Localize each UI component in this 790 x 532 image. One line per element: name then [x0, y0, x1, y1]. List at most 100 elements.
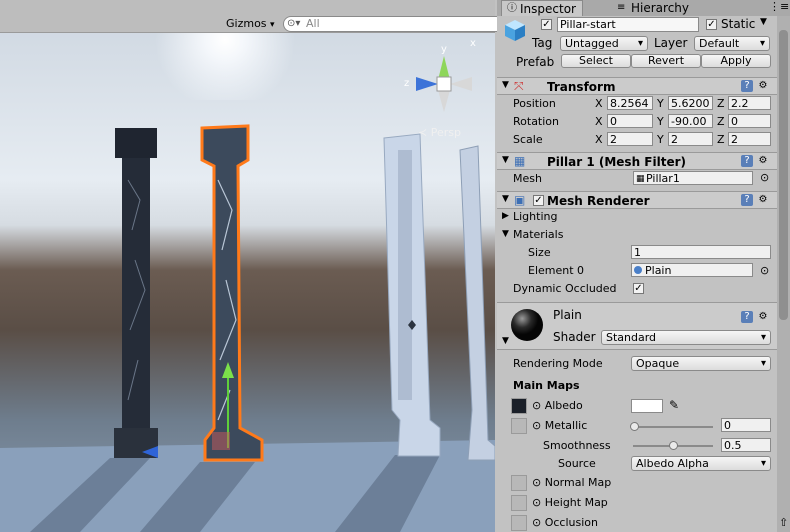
tab-hierarchy[interactable]: ≡ Hierarchy	[613, 0, 695, 16]
materials-size-field[interactable]: 1	[631, 245, 771, 259]
smoothness-value-field[interactable]: 0.5	[721, 438, 771, 452]
mesh-filter-icon: ▦	[514, 154, 526, 168]
object-picker-icon[interactable]: ⊙	[760, 171, 769, 184]
tag-label: Tag	[532, 36, 553, 50]
help-icon[interactable]: ?	[741, 194, 753, 206]
element0-material-field[interactable]: Plain	[631, 263, 753, 277]
rotation-x-field[interactable]: 0	[607, 114, 653, 128]
source-dropdown[interactable]: Albedo Alpha	[631, 456, 771, 471]
element0-label: Element 0	[528, 264, 585, 277]
mesh-renderer-enabled-checkbox[interactable]: ✓	[533, 195, 544, 206]
search-placeholder: All	[306, 17, 320, 30]
light-pillar	[459, 145, 495, 461]
foldout-arrow-icon[interactable]: ▶	[502, 211, 509, 221]
tab-inspector[interactable]: ⓘ Inspector	[501, 0, 583, 17]
height-map-texture-slot[interactable]	[511, 495, 527, 511]
axis-y-label: Y	[657, 115, 664, 128]
object-active-checkbox[interactable]: ✓	[541, 19, 552, 30]
static-checkbox[interactable]: ✓	[706, 19, 717, 30]
mesh-object-field[interactable]: ▦ Pillar1	[633, 171, 753, 185]
layer-dropdown[interactable]: Default	[694, 36, 770, 51]
static-dropdown-icon[interactable]: ▼	[760, 17, 767, 27]
gear-icon[interactable]: ⚙	[757, 80, 769, 92]
axis-label-y: y	[441, 44, 447, 55]
object-name-field[interactable]: Pillar-start	[557, 17, 699, 32]
info-icon: ⓘ	[507, 3, 517, 14]
prefab-apply-button[interactable]: Apply	[701, 54, 771, 68]
materials-foldout[interactable]: Materials	[513, 228, 563, 241]
main-maps-label: Main Maps	[513, 379, 580, 392]
foldout-arrow-icon[interactable]: ▼	[502, 229, 509, 239]
cube-icon	[503, 18, 527, 42]
material-header[interactable]: ▼ Plain Shader Standard ? ⚙	[497, 302, 777, 350]
gear-icon[interactable]: ⚙	[757, 155, 769, 167]
object-picker-icon[interactable]: ⊙	[760, 264, 769, 277]
rotation-y-field[interactable]: -90.00	[668, 114, 713, 128]
mesh-filter-title: Pillar 1 (Mesh Filter)	[547, 155, 686, 169]
metallic-texture-slot[interactable]	[511, 418, 527, 434]
rendering-mode-label: Rendering Mode	[513, 357, 603, 370]
persp-label: Persp	[430, 126, 461, 139]
help-icon[interactable]: ?	[741, 155, 753, 167]
metallic-slider-knob[interactable]	[630, 422, 639, 431]
mesh-value: Pillar1	[646, 172, 680, 185]
rendering-mode-dropdown[interactable]: Opaque	[631, 356, 771, 371]
inspector-scrollbar-thumb[interactable]	[779, 30, 788, 320]
gear-icon[interactable]: ⚙	[757, 311, 769, 323]
scene-search-input[interactable]: ⊙▾ All	[283, 16, 504, 32]
gizmos-dropdown[interactable]: Gizmos ▾	[222, 16, 279, 32]
position-x-field[interactable]: 8.2564	[607, 96, 653, 110]
occlusion-texture-slot[interactable]	[511, 515, 527, 531]
scale-y-field[interactable]: 2	[668, 132, 713, 146]
tab-menu-icon[interactable]: ⋮≡	[769, 0, 789, 13]
foldout-arrow-icon[interactable]: ▼	[502, 80, 509, 90]
eyedropper-icon[interactable]: ✎	[669, 398, 679, 412]
normal-map-texture-slot[interactable]	[511, 475, 527, 491]
element0-value: Plain	[645, 264, 672, 277]
metallic-value-field[interactable]: 0	[721, 418, 771, 432]
hierarchy-icon: ≡	[617, 2, 626, 13]
albedo-color-swatch[interactable]	[631, 399, 663, 413]
persp-icon: ≺	[418, 126, 428, 139]
selected-pillar[interactable]	[200, 124, 264, 462]
material-preview-sphere	[511, 309, 543, 341]
lighting-foldout[interactable]: Lighting	[513, 210, 557, 223]
scale-z-field[interactable]: 2	[728, 132, 771, 146]
dynamic-occluded-checkbox[interactable]: ✓	[633, 283, 644, 294]
scale-x-field[interactable]: 2	[607, 132, 653, 146]
tag-dropdown[interactable]: Untagged	[560, 36, 648, 51]
static-label: Static	[721, 17, 756, 31]
scene-orientation-gizmo[interactable]: y z x	[404, 38, 480, 124]
mesh-renderer-header[interactable]: ▼ ▣ ✓ Mesh Renderer ? ⚙	[497, 191, 777, 209]
metallic-label: ⊙ Metallic	[532, 419, 588, 432]
gear-icon[interactable]: ⚙	[757, 194, 769, 206]
dynamic-occluded-label: Dynamic Occluded	[513, 282, 617, 295]
prefab-revert-button[interactable]: Revert	[631, 54, 701, 68]
albedo-texture-slot[interactable]	[511, 398, 527, 414]
foldout-arrow-icon[interactable]: ▼	[502, 194, 509, 204]
dark-pillar-shaft	[122, 158, 150, 430]
scene-view[interactable]: y z x ≺ Persp	[0, 0, 495, 532]
scroll-up-icon[interactable]: ⇧	[779, 516, 788, 529]
help-icon[interactable]: ?	[741, 311, 753, 323]
mesh-label: Mesh	[513, 172, 542, 185]
transform-header[interactable]: ▼ ⤧ Transform ? ⚙	[497, 77, 777, 95]
help-icon[interactable]: ?	[741, 80, 753, 92]
rotation-z-field[interactable]: 0	[728, 114, 771, 128]
position-z-field[interactable]: 2.2	[728, 96, 771, 110]
smoothness-slider-knob[interactable]	[669, 441, 678, 450]
tab-inspector-label: Inspector	[520, 2, 576, 16]
position-y-field[interactable]: 5.6200	[668, 96, 713, 110]
prefab-select-button[interactable]: Select	[561, 54, 631, 68]
persp-toggle[interactable]: ≺ Persp	[418, 126, 461, 139]
axis-y-label: Y	[657, 133, 664, 146]
mesh-filter-header[interactable]: ▼ ▦ Pillar 1 (Mesh Filter) ? ⚙	[497, 152, 777, 170]
shader-label: Shader	[553, 330, 596, 344]
foldout-arrow-icon[interactable]: ▼	[502, 155, 509, 165]
mesh-renderer-icon: ▣	[514, 193, 526, 207]
foldout-arrow-icon[interactable]: ▼	[502, 336, 509, 346]
metallic-slider-track[interactable]	[633, 426, 713, 428]
axis-z-label: Z	[717, 115, 725, 128]
shader-dropdown[interactable]: Standard	[601, 330, 771, 345]
mesh-renderer-title: Mesh Renderer	[547, 194, 650, 208]
